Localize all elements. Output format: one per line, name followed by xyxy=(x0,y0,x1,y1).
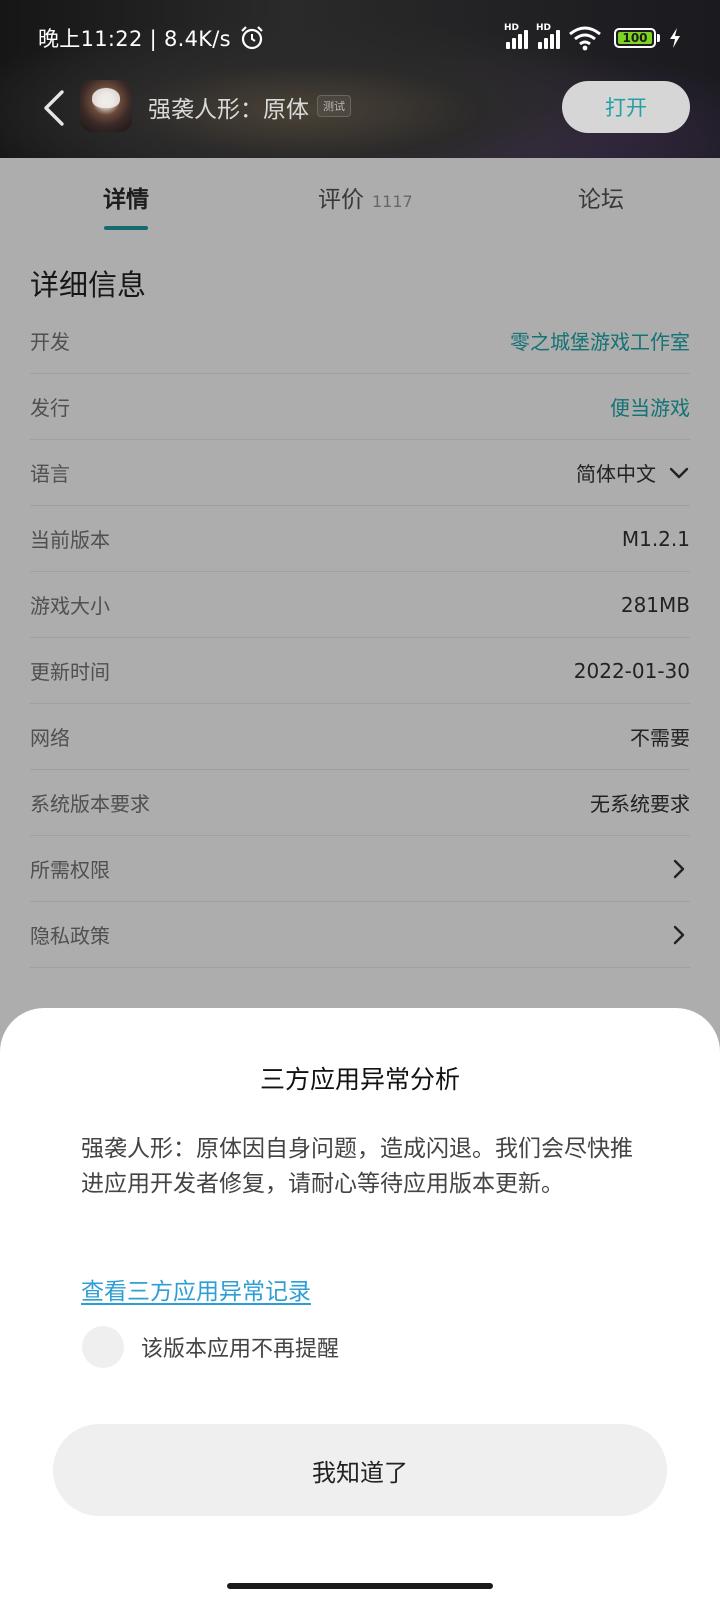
app-bar: 强袭人形：原体 测试 打开 xyxy=(0,80,720,136)
dont-remind-option[interactable]: 该版本应用不再提醒 xyxy=(82,1326,339,1368)
dont-remind-label: 该版本应用不再提醒 xyxy=(141,1337,340,1362)
battery-icon: 100 xyxy=(614,28,660,48)
app-header: 晚上11:22 | 8.4K/s HD HD 100 强袭人形：原体 测试 打开 xyxy=(0,0,720,158)
wifi-icon xyxy=(569,26,601,51)
home-indicator[interactable] xyxy=(227,1583,493,1589)
battery-level: 100 xyxy=(618,32,652,44)
dont-remind-checkbox[interactable] xyxy=(82,1326,124,1368)
alarm-clock-icon xyxy=(241,26,263,50)
dialog-title: 三方应用异常分析 xyxy=(259,1065,460,1094)
status-bar: 晚上11:22 | 8.4K/s HD HD 100 xyxy=(0,18,720,58)
back-arrow-icon[interactable] xyxy=(38,88,72,128)
app-title: 强袭人形：原体 xyxy=(148,97,309,123)
charging-icon xyxy=(670,28,680,48)
signal-icon-2: HD xyxy=(536,23,560,49)
view-crash-records-link[interactable]: 查看三方应用异常记录 xyxy=(81,1272,311,1306)
dialog-message: 强袭人形：原体因自身问题，造成闪退。我们会尽快推进应用开发者修复，请耐心等待应用… xyxy=(81,1136,633,1197)
crash-analysis-dialog: 三方应用异常分析 强袭人形：原体因自身问题，造成闪退。我们会尽快推进应用开发者修… xyxy=(0,1008,720,1600)
status-time: 晚上11:22 | 8.4K/s xyxy=(38,27,231,51)
status-icons: HD HD 100 xyxy=(504,23,682,51)
got-it-button[interactable]: 我知道了 xyxy=(53,1424,667,1516)
signal-icon: HD xyxy=(504,23,528,49)
test-badge: 测试 xyxy=(317,95,351,117)
app-icon xyxy=(80,80,132,132)
open-app-button[interactable]: 打开 xyxy=(562,81,690,133)
